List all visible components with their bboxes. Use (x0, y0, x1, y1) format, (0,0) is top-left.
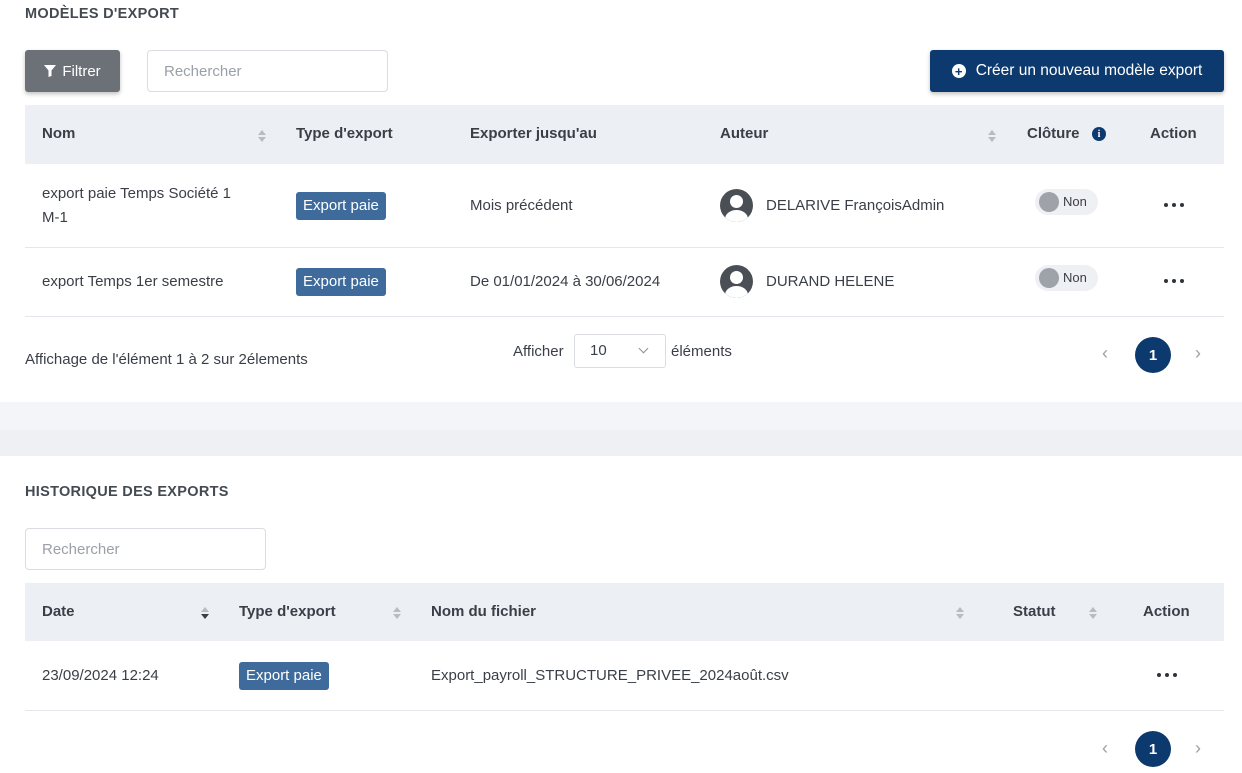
export-templates-card: MODÈLES D'EXPORT Filtrer + Créer un nouv… (0, 0, 1242, 402)
pagination-page-1[interactable]: 1 (1135, 731, 1171, 767)
export-until-value: Mois précédent (470, 197, 573, 214)
closure-toggle[interactable]: Non (1035, 189, 1098, 215)
column-header-status[interactable]: Statut (1013, 603, 1056, 620)
sort-date-icon[interactable] (201, 607, 209, 619)
page-size-value: 10 (590, 342, 607, 359)
templates-table-header: Nom Type d'export Exporter jusqu'au Aute… (25, 105, 1224, 164)
sort-type-icon[interactable] (393, 607, 401, 619)
author-name: DELARIVE FrançoisAdmin (766, 197, 945, 214)
export-filename[interactable]: Export_payroll_STRUCTURE_PRIVEE_2024août… (431, 664, 789, 688)
column-header-closure: Clôture (1027, 125, 1080, 142)
column-header-date[interactable]: Date (42, 603, 75, 620)
row-divider (25, 247, 1224, 248)
pagination-next-icon[interactable]: › (1195, 738, 1201, 759)
info-icon[interactable]: i (1092, 127, 1106, 141)
column-header-filename[interactable]: Nom du fichier (431, 603, 536, 620)
plus-circle-icon: + (951, 64, 966, 78)
export-history-card: HISTORIQUE DES EXPORTS Date Type d'expor… (0, 456, 1242, 773)
sort-author-icon[interactable] (988, 130, 996, 142)
pagination-summary: Affichage de l'élément 1 à 2 sur 2élemen… (25, 351, 308, 368)
sort-filename-icon[interactable] (956, 607, 964, 619)
column-header-until: Exporter jusqu'au (470, 125, 597, 142)
history-search-input[interactable] (25, 528, 266, 570)
avatar (720, 189, 753, 222)
page-size-select[interactable]: 10 (574, 334, 666, 368)
row-divider (25, 316, 1224, 317)
items-label: éléments (671, 343, 732, 360)
section-separator (0, 430, 1242, 456)
templates-section-title: MODÈLES D'EXPORT (25, 6, 180, 22)
filter-button-label: Filtrer (62, 62, 101, 80)
page-size-label: Afficher (513, 343, 564, 360)
create-template-label: Créer un nouveau modèle export (975, 62, 1203, 79)
filter-button[interactable]: Filtrer (25, 50, 120, 92)
avatar (720, 265, 753, 298)
pagination-next-icon[interactable]: › (1195, 343, 1201, 364)
history-section-title: HISTORIQUE DES EXPORTS (25, 484, 229, 500)
history-table-header: Date Type d'export Nom du fichier Statut… (25, 583, 1224, 641)
column-header-action: Action (1143, 603, 1190, 620)
column-header-action: Action (1150, 125, 1197, 142)
export-type-badge: Export paie (296, 192, 386, 220)
export-type-badge: Export paie (239, 662, 329, 690)
export-until-value: De 01/01/2024 à 30/06/2024 (470, 273, 661, 290)
create-template-button[interactable]: + Créer un nouveau modèle export (930, 50, 1224, 92)
row-actions-menu-icon[interactable] (1164, 198, 1184, 212)
export-type-badge: Export paie (296, 268, 386, 296)
export-date: 23/09/2024 12:24 (42, 667, 159, 684)
template-name-line1: export Temps 1er semestre (42, 273, 224, 290)
closure-toggle[interactable]: Non (1035, 265, 1098, 291)
chevron-down-icon (638, 343, 649, 354)
column-header-author[interactable]: Auteur (720, 125, 768, 142)
filter-icon (44, 65, 57, 77)
closure-toggle-label: Non (1063, 270, 1087, 285)
row-actions-menu-icon[interactable] (1164, 274, 1184, 288)
sort-status-icon[interactable] (1089, 607, 1097, 619)
row-actions-menu-icon[interactable] (1157, 668, 1177, 682)
pagination-prev-icon[interactable]: ‹ (1102, 343, 1108, 364)
template-name-line1: export paie Temps Société 1 (42, 185, 232, 202)
column-header-type[interactable]: Type d'export (239, 603, 336, 620)
closure-toggle-label: Non (1063, 194, 1087, 209)
author-name: DURAND HELENE (766, 273, 895, 290)
template-name-line2: M-1 (42, 209, 68, 226)
row-divider (25, 710, 1224, 711)
templates-search-input[interactable] (147, 50, 388, 92)
column-header-type: Type d'export (296, 125, 393, 142)
pagination-prev-icon[interactable]: ‹ (1102, 738, 1108, 759)
pagination-page-1[interactable]: 1 (1135, 337, 1171, 373)
column-header-name[interactable]: Nom (42, 125, 75, 142)
sort-name-icon[interactable] (258, 130, 266, 142)
